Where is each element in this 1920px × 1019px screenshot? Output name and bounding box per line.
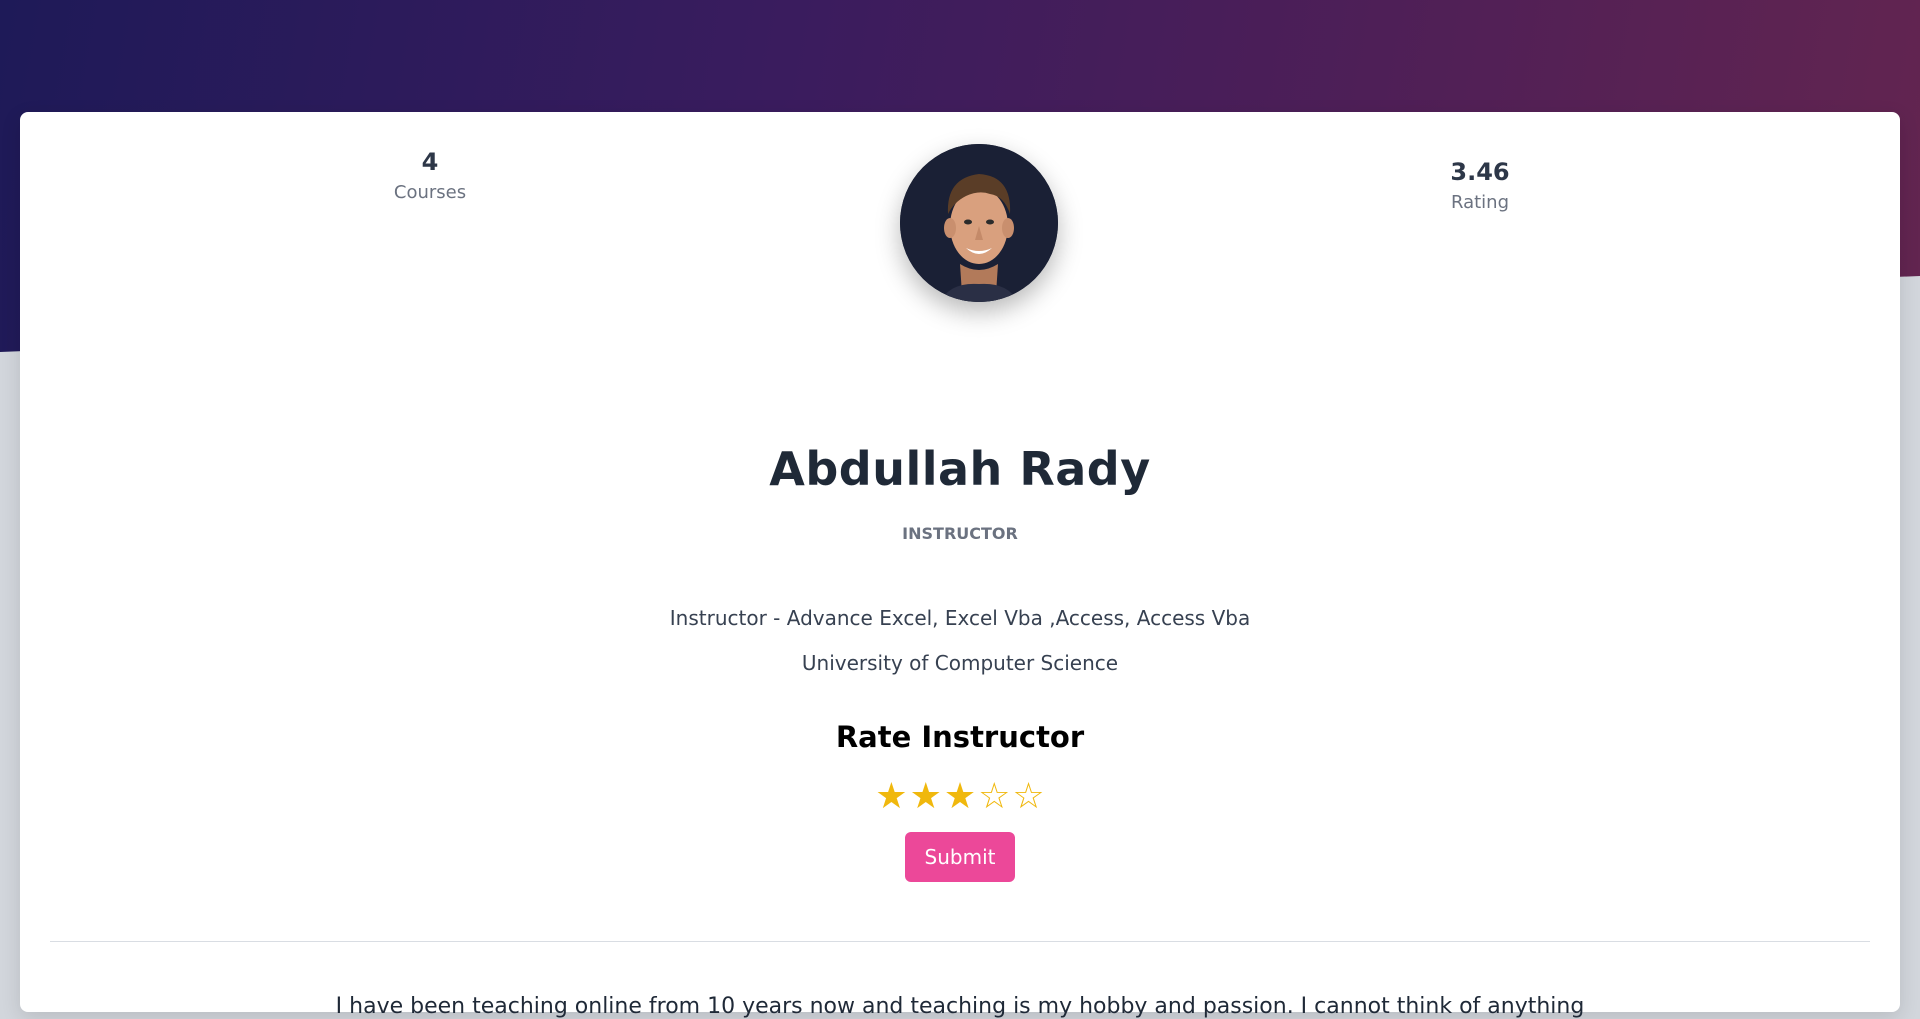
rating-label: Rating: [1450, 192, 1510, 213]
courses-label: Courses: [393, 182, 467, 203]
submit-rating-button[interactable]: Submit: [905, 832, 1015, 882]
instructor-name: Abdullah Rady: [769, 442, 1151, 496]
instructor-about-text: I have been teaching online from 10 year…: [335, 994, 1585, 1019]
star-filled-icon[interactable]: ★: [909, 776, 943, 817]
star-filled-icon[interactable]: ★: [874, 776, 908, 817]
star-empty-icon[interactable]: ☆: [1011, 776, 1045, 817]
rate-instructor-title: Rate Instructor: [835, 720, 1085, 754]
star-empty-icon[interactable]: ☆: [977, 776, 1011, 817]
star-rating: ★★★☆☆: [20, 776, 1900, 818]
rating-value: 3.46: [1450, 158, 1510, 186]
instructor-specialties: Instructor - Advance Excel, Excel Vba ,A…: [669, 606, 1251, 630]
profile-card: 4 Courses 3.46 Rating Abdullah Rady INST…: [20, 112, 1900, 1019]
instructor-role: INSTRUCTOR: [902, 524, 1018, 543]
avatar: [900, 144, 1058, 302]
section-divider: [50, 941, 1870, 942]
courses-stat: 4 Courses: [360, 148, 500, 203]
instructor-university: University of Computer Science: [801, 651, 1119, 675]
rating-stat: 3.46 Rating: [1410, 158, 1550, 213]
star-filled-icon[interactable]: ★: [943, 776, 977, 817]
courses-count: 4: [421, 148, 439, 176]
avatar-portrait-icon: [900, 144, 1058, 302]
